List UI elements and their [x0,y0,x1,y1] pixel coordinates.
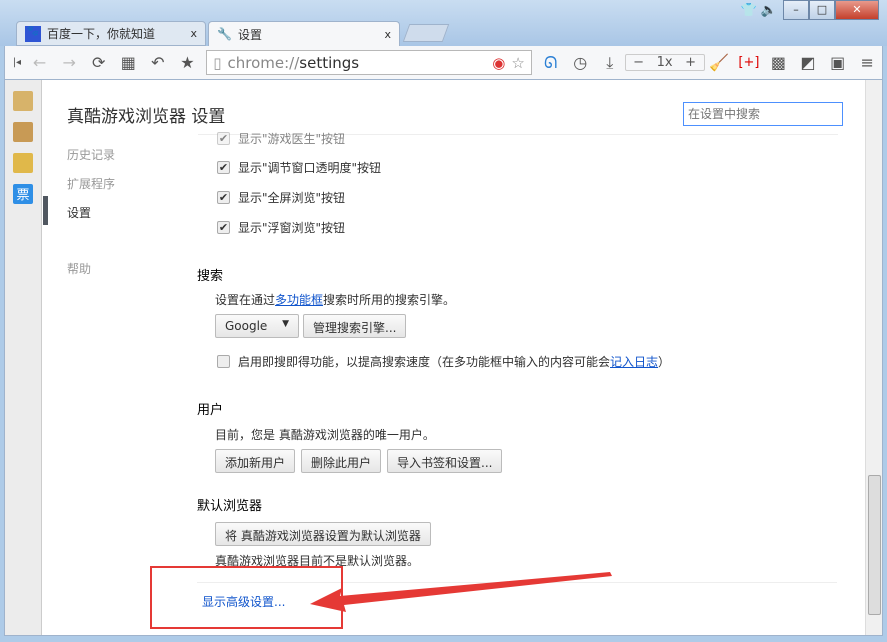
page-icon: ▯ [213,54,221,72]
wrench-icon: 🔧 [217,27,232,41]
maximize-button[interactable]: □ [809,0,835,20]
nav-extensions[interactable]: 扩展程序 [67,175,115,192]
checkbox[interactable] [217,355,230,368]
section-users-title: 用户 [197,399,223,418]
sidebar-toggle-icon[interactable]: |◂ [9,57,25,68]
checkbox-label: 显示"游戏医生"按钮 [238,130,345,147]
checkbox-row[interactable]: ✔ 显示"调节窗口透明度"按钮 [217,159,381,176]
forward-icon[interactable]: → [54,53,84,72]
bookmark-star-icon[interactable]: ★ [173,53,203,72]
log-link[interactable]: 记入日志 [610,355,658,369]
minimize-button[interactable]: – [783,0,809,20]
vertical-scrollbar[interactable] [865,80,882,635]
grid-icon[interactable]: ▦ [114,53,144,72]
folder-history-icon[interactable] [13,91,33,111]
import-bookmarks-button[interactable]: 导入书签和设置... [387,449,502,473]
menu-icon[interactable]: ≡ [852,53,882,72]
page-content: 票 真酷游戏浏览器 设置 历史记录 扩展程序 设置 帮助 ✔ 显示"游戏医生"按钮… [4,79,883,636]
checkbox[interactable]: ✔ [217,191,230,204]
instant-label: 启用即搜即得功能，以提高搜索速度（在多功能框中输入的内容可能会记入日志） [238,353,670,370]
ticket-icon[interactable]: 票 [13,184,33,204]
back-icon[interactable]: ← [25,53,55,72]
address-bar[interactable]: ▯ chrome://settings ◉ ☆ [206,50,532,75]
search-engine-select[interactable]: Google▼ [215,314,299,338]
toolbar: |◂ ← → ⟳ ▦ ↶ ★ ▯ chrome://settings ◉☆ ᘏ … [4,46,883,79]
screenshot-icon[interactable]: [+] [734,55,764,70]
checkbox[interactable]: ✔ [217,221,230,234]
checkbox-label: 显示"全屏浏览"按钮 [238,189,345,206]
checkbox[interactable]: ✔ [217,161,230,174]
delete-user-button[interactable]: 删除此用户 [301,449,381,473]
broom-icon[interactable]: 🧹 [705,53,735,72]
search-desc: 设置在通过多功能框搜索时所用的搜索引擎。 [215,291,455,308]
users-desc: 目前，您是 真酷游戏浏览器的唯一用户。 [215,426,435,443]
scrollbar-thumb[interactable] [868,475,881,615]
url-scheme: chrome:// [228,54,300,72]
checkbox-label: 显示"浮窗浏览"按钮 [238,219,345,236]
section-default-browser-title: 默认浏览器 [197,495,262,514]
undo-icon[interactable]: ↶ [143,53,173,72]
tab-label: 百度一下，你就知道 [47,25,155,42]
transparency-icon[interactable]: ◩ [793,53,823,72]
tab-settings[interactable]: 🔧 设置 x [208,21,400,46]
float-window-icon[interactable]: ▣ [823,53,853,72]
checkbox-row[interactable]: ✔ 显示"游戏医生"按钮 [217,130,345,147]
reload-icon[interactable]: ⟳ [84,53,114,72]
side-panel: 票 [5,80,42,635]
settings-nav: 真酷游戏浏览器 设置 历史记录 扩展程序 设置 帮助 [43,80,193,635]
star-outline-icon[interactable]: ☆ [511,54,524,72]
checker-icon[interactable]: ▩ [764,53,794,72]
instant-search-row[interactable]: 启用即搜即得功能，以提高搜索速度（在多功能框中输入的内容可能会记入日志） [217,353,670,370]
history-clock-icon[interactable]: ◷ [565,53,595,72]
page-title: 真酷游戏浏览器 设置 [67,102,225,127]
annotation-highlight-box [150,566,343,629]
tab-close-icon[interactable]: x [384,28,391,41]
nav-help[interactable]: 帮助 [67,260,91,277]
add-user-button[interactable]: 添加新用户 [215,449,295,473]
folder-user-icon[interactable] [13,122,33,142]
new-tab-button[interactable] [403,24,450,42]
download-icon[interactable]: ⤓ [595,53,625,73]
skin-sound-icons[interactable]: 👕 🔈 [740,3,777,18]
nav-selected-indicator [43,196,48,225]
game-icon[interactable]: ᘏ [536,53,566,73]
checkbox-row[interactable]: ✔ 显示"浮窗浏览"按钮 [217,219,345,236]
checkbox-label: 显示"调节窗口透明度"按钮 [238,159,381,176]
tab-label: 设置 [238,26,262,43]
section-search-title: 搜索 [197,265,223,284]
zoom-out-icon[interactable]: − [626,55,652,70]
tab-close-icon[interactable]: x [190,27,197,40]
chrome-icon[interactable]: ◉ [492,54,505,72]
folder-star-icon[interactable] [13,153,33,173]
baidu-paw-icon: 🐾 [25,26,41,42]
url-path: settings [299,54,359,72]
checkbox-row[interactable]: ✔ 显示"全屏浏览"按钮 [217,189,345,206]
omnibox-link[interactable]: 多功能框 [275,293,323,307]
nav-settings[interactable]: 设置 [67,204,91,221]
close-button[interactable]: ✕ [835,0,879,20]
tab-baidu[interactable]: 🐾 百度一下，你就知道 x [16,21,206,46]
manage-search-engines-button[interactable]: 管理搜索引擎... [303,314,406,338]
checkbox[interactable]: ✔ [217,132,230,145]
zoom-in-icon[interactable]: + [678,55,704,70]
nav-history[interactable]: 历史记录 [67,146,115,163]
settings-search-input[interactable] [683,102,843,126]
set-default-browser-button[interactable]: 将 真酷游戏浏览器设置为默认浏览器 [215,522,431,546]
zoom-level[interactable]: 1x [652,55,678,70]
